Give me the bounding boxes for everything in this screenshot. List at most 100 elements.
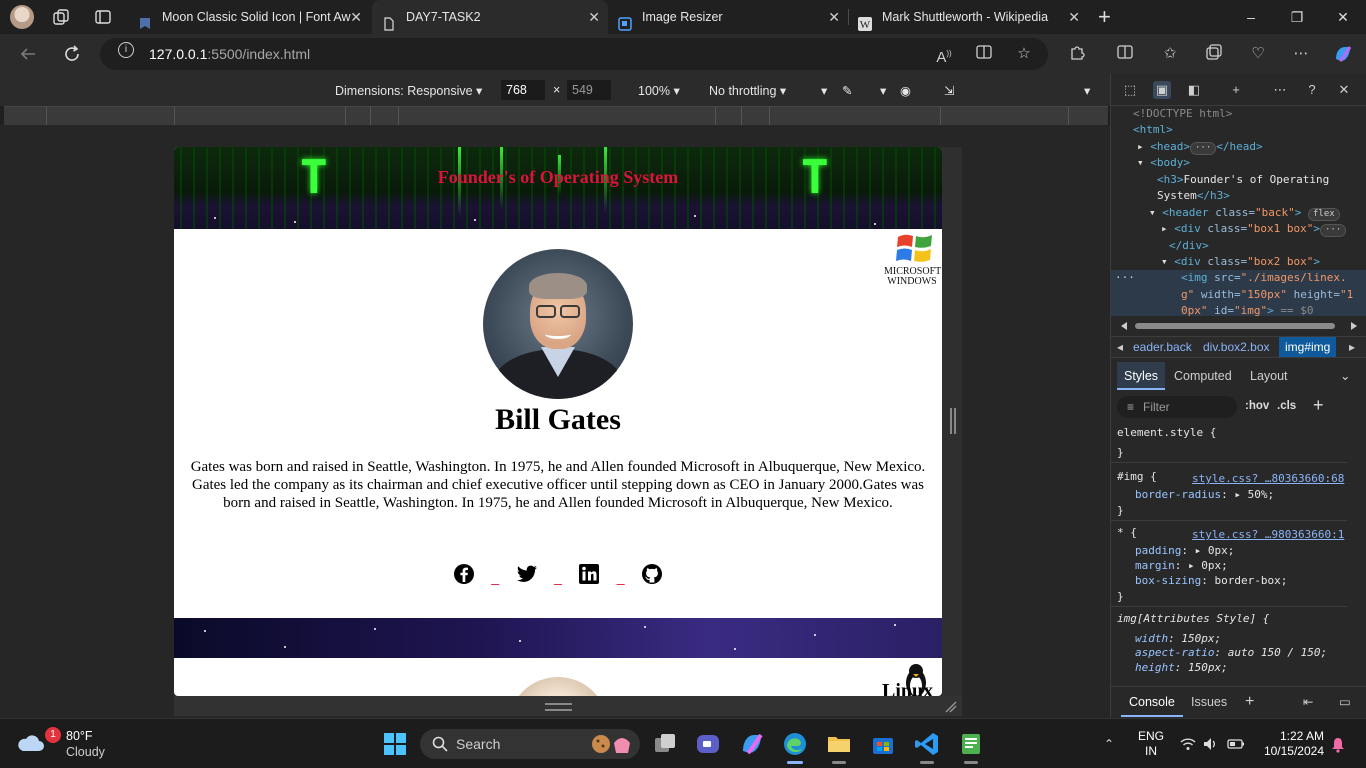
- linkedin-icon[interactable]: [578, 563, 600, 585]
- dom-node-doctype[interactable]: <!DOCTYPE html>: [1133, 106, 1232, 122]
- teams-chat-icon[interactable]: [695, 731, 721, 757]
- taskbar-search[interactable]: Search: [420, 729, 640, 759]
- inspect-element-icon[interactable]: ⬚: [1121, 81, 1139, 99]
- vertical-resize-handle[interactable]: [545, 703, 572, 711]
- minimize-button[interactable]: –: [1228, 0, 1274, 34]
- collapse-triangle-icon[interactable]: ▾: [1161, 255, 1168, 268]
- tab-font-awesome[interactable]: Moon Classic Solid Icon | Font Aw ✕: [128, 0, 370, 34]
- profile-avatar[interactable]: [10, 5, 34, 29]
- rule-star-selector[interactable]: * {: [1117, 526, 1137, 541]
- add-drawer-tab-icon[interactable]: +: [1237, 687, 1262, 717]
- dom-node-header[interactable]: ▾ <header class="back"> flex: [1149, 205, 1340, 221]
- prop-box-sizing[interactable]: box-sizing: border-box;: [1135, 574, 1287, 589]
- breadcrumb-div-box2[interactable]: div.box2.box: [1203, 337, 1270, 357]
- more-tools-icon[interactable]: ⋯: [1271, 81, 1289, 99]
- copilot-app-icon[interactable]: [739, 731, 765, 757]
- file-explorer-icon[interactable]: [826, 731, 852, 764]
- stylesheet-link[interactable]: style.css? …80363660:68: [1192, 472, 1344, 487]
- device-toggle-icon[interactable]: ▣: [1153, 81, 1171, 99]
- microsoft-store-icon[interactable]: [870, 731, 896, 757]
- more-icon[interactable]: ···: [1115, 270, 1135, 286]
- dom-node-head[interactable]: ▸ <head> ··· </head>: [1137, 139, 1263, 155]
- throttling-dropdown[interactable]: No throttling ▾: [709, 83, 786, 98]
- more-options-icon[interactable]: ⋯: [1290, 43, 1312, 65]
- prop-padding[interactable]: padding: ▸ 0px;: [1135, 544, 1234, 559]
- elements-horizontal-scrollbar[interactable]: [1119, 320, 1359, 332]
- dom-node-body[interactable]: ▾ <body>: [1137, 155, 1190, 171]
- dock-icon[interactable]: ⇤: [1295, 687, 1321, 717]
- more-device-options-icon[interactable]: ▾: [1084, 83, 1090, 98]
- chevron-down-icon[interactable]: ⌄: [1333, 362, 1357, 390]
- tab-day7-task2[interactable]: DAY7-TASK2 ✕: [372, 0, 608, 34]
- system-clock[interactable]: 1:22 AM 10/15/2024: [1256, 729, 1324, 759]
- close-tab-icon[interactable]: ✕: [350, 0, 362, 34]
- expand-triangle-icon[interactable]: ▸: [1161, 222, 1168, 235]
- volume-icon[interactable]: [1203, 737, 1219, 754]
- site-info-icon[interactable]: i: [118, 42, 134, 58]
- favorite-star-icon[interactable]: ☆: [1013, 43, 1035, 65]
- hov-toggle[interactable]: :hov: [1245, 400, 1269, 412]
- github-icon[interactable]: [641, 563, 663, 585]
- close-tab-icon[interactable]: ✕: [828, 0, 840, 34]
- tab-wikipedia[interactable]: W Mark Shuttleworth - Wikipedia ✕: [848, 0, 1088, 34]
- copilot-icon[interactable]: [1332, 43, 1354, 65]
- split-screen-icon[interactable]: [1114, 43, 1136, 65]
- corner-resize-handle[interactable]: [944, 700, 958, 714]
- viewport-width-input[interactable]: 768: [501, 80, 545, 100]
- media-query-ruler[interactable]: [4, 106, 1108, 125]
- viewport-height-input[interactable]: 549: [567, 80, 611, 100]
- notification-bell-icon[interactable]: [1331, 737, 1345, 756]
- wifi-icon[interactable]: [1180, 737, 1196, 754]
- prop-border-radius[interactable]: border-radius: ▸ 50%;: [1135, 488, 1274, 503]
- sidebar-panel-icon[interactable]: ◧: [1185, 81, 1203, 99]
- zoom-dropdown[interactable]: 100% ▾: [638, 83, 680, 98]
- tab-layout[interactable]: Layout: [1243, 362, 1295, 390]
- dom-node-html[interactable]: <html>: [1133, 122, 1173, 138]
- cls-toggle[interactable]: .cls: [1277, 400, 1296, 412]
- maximize-button[interactable]: ❐: [1274, 0, 1320, 34]
- close-window-button[interactable]: ✕: [1320, 0, 1366, 34]
- back-arrow-icon[interactable]: [16, 42, 40, 66]
- rule-element-style[interactable]: element.style {: [1117, 426, 1216, 441]
- new-tab-button[interactable]: +: [1098, 4, 1111, 30]
- tab-styles[interactable]: Styles: [1117, 362, 1166, 390]
- dom-node-h3[interactable]: <h3>Founder's of Operating: [1157, 172, 1329, 188]
- task-view-icon[interactable]: [652, 731, 678, 757]
- twitter-icon[interactable]: [516, 563, 538, 585]
- dimensions-dropdown[interactable]: Dimensions: Responsive ▾: [335, 83, 482, 98]
- url-text[interactable]: 127.0.0.1:5500/index.html: [149, 46, 310, 62]
- breadcrumb-img[interactable]: img#img: [1279, 337, 1337, 357]
- workspaces-icon[interactable]: [52, 8, 70, 26]
- close-drawer-icon[interactable]: ▭: [1331, 687, 1359, 717]
- collections-icon[interactable]: [1203, 43, 1225, 65]
- new-rule-icon[interactable]: +: [1313, 395, 1324, 416]
- favorites-icon[interactable]: ✩: [1159, 43, 1181, 65]
- rule-img-selector[interactable]: #img {: [1117, 470, 1157, 485]
- dom-node-img[interactable]: <img src="./images/linex.: [1181, 270, 1347, 286]
- tab-image-resizer[interactable]: Image Resizer ✕: [608, 0, 848, 34]
- chevron-right-icon[interactable]: ▸: [1349, 337, 1355, 357]
- notepad-app-icon[interactable]: [958, 731, 984, 764]
- immersive-reader-icon[interactable]: [973, 43, 995, 65]
- stylesheet-link[interactable]: style.css? …980363660:1: [1192, 528, 1344, 543]
- expand-triangle-icon[interactable]: ▸: [1137, 140, 1144, 153]
- collapse-triangle-icon[interactable]: ▾: [1137, 156, 1144, 169]
- filter-input[interactable]: Filter: [1117, 396, 1237, 418]
- chevron-left-icon[interactable]: ◂: [1117, 337, 1123, 357]
- battery-icon[interactable]: [1227, 737, 1245, 754]
- dom-node-div-box1[interactable]: ▸ <div class="box1 box"> ···: [1161, 221, 1347, 237]
- collapse-triangle-icon[interactable]: ▾: [1149, 206, 1156, 219]
- tab-issues[interactable]: Issues: [1183, 687, 1235, 717]
- chevron-down-icon[interactable]: ▾: [880, 83, 886, 98]
- dom-node-div-box2[interactable]: ▾ <div class="box2 box">: [1161, 254, 1320, 270]
- windows-start-icon[interactable]: [384, 733, 406, 755]
- breadcrumb-header[interactable]: eader.back: [1133, 337, 1192, 357]
- facebook-icon[interactable]: [453, 563, 475, 585]
- tab-computed[interactable]: Computed: [1167, 362, 1239, 390]
- language-indicator[interactable]: ENG IN: [1136, 729, 1166, 759]
- browser-essentials-icon[interactable]: ♡: [1247, 43, 1269, 65]
- add-tool-icon[interactable]: +: [1227, 81, 1245, 99]
- horizontal-resize-handle[interactable]: [950, 408, 956, 434]
- close-tab-icon[interactable]: ✕: [588, 0, 600, 34]
- eye-icon[interactable]: ◉: [900, 83, 911, 98]
